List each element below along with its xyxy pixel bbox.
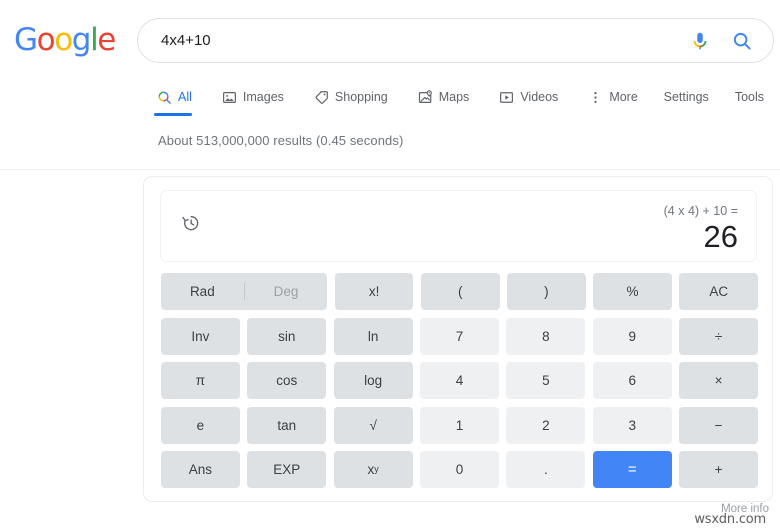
- tab-label: Maps: [438, 90, 470, 104]
- watermark: wsxdn.com: [694, 512, 766, 527]
- page-header: Google: [0, 0, 780, 80]
- tab-maps[interactable]: Maps: [418, 84, 482, 110]
- key-power-base: x: [367, 462, 375, 477]
- keypad-row: e tan √ 1 2 3 −: [161, 406, 759, 444]
- tab-label: Shopping: [334, 90, 388, 104]
- video-play-icon: [499, 90, 514, 105]
- keypad-row: Rad Deg x! ( ) % AC: [161, 273, 759, 310]
- key-divide[interactable]: ÷: [679, 317, 759, 355]
- rad-deg-toggle[interactable]: Rad Deg: [161, 273, 328, 310]
- key-1[interactable]: 1: [420, 406, 499, 444]
- tools-link[interactable]: Tools: [735, 90, 764, 104]
- keypad-row: π cos log 4 5 6 ×: [161, 362, 759, 399]
- key-tan[interactable]: tan: [247, 406, 327, 444]
- calculator-answer: 26: [703, 219, 738, 254]
- key-sqrt[interactable]: √: [333, 406, 413, 444]
- google-logo[interactable]: Google: [14, 22, 116, 58]
- nav-tab-list: All Images Shopping Maps Videos More: [154, 84, 668, 116]
- calculator-expression: (4 x 4) + 10 =: [663, 204, 738, 218]
- key-7[interactable]: 7: [420, 317, 499, 355]
- key-decimal-point[interactable]: .: [506, 451, 586, 488]
- key-pi[interactable]: π: [161, 362, 240, 399]
- microphone-icon[interactable]: [689, 30, 711, 52]
- key-3[interactable]: 3: [592, 406, 672, 444]
- key-2[interactable]: 2: [506, 406, 586, 444]
- key-e[interactable]: e: [161, 406, 240, 444]
- key-exponent-exp[interactable]: EXP: [247, 451, 327, 488]
- key-log[interactable]: log: [333, 362, 413, 399]
- search-input[interactable]: [161, 19, 701, 62]
- keypad-row: Ans EXP xy 0 . = +: [161, 451, 759, 488]
- logo-letter-0: G: [14, 22, 38, 58]
- key-power-exponent: y: [374, 464, 379, 474]
- calculator-display: (4 x 4) + 10 = 26: [160, 190, 757, 262]
- key-4[interactable]: 4: [420, 362, 499, 399]
- result-stats: About 513,000,000 results (0.45 seconds): [158, 133, 404, 148]
- image-icon: [222, 90, 237, 105]
- tab-label: All: [178, 90, 192, 104]
- key-equals[interactable]: =: [592, 451, 672, 488]
- tab-all[interactable]: All: [154, 84, 204, 116]
- key-ln[interactable]: ln: [333, 317, 413, 355]
- nav-right-actions: Settings Tools: [664, 84, 764, 110]
- logo-letter-2: o: [54, 22, 73, 58]
- search-submit-icon[interactable]: [731, 30, 753, 52]
- key-factorial[interactable]: x!: [334, 273, 414, 310]
- key-paren-open[interactable]: (: [420, 273, 500, 310]
- key-add[interactable]: +: [679, 451, 759, 488]
- search-nav-bar: All Images Shopping Maps Videos More Set…: [0, 84, 780, 124]
- settings-link[interactable]: Settings: [664, 90, 709, 104]
- key-8[interactable]: 8: [506, 317, 586, 355]
- search-box[interactable]: [137, 18, 774, 63]
- header-divider: [0, 169, 780, 170]
- key-paren-close[interactable]: ): [507, 273, 586, 310]
- tab-videos[interactable]: Videos: [499, 84, 570, 110]
- tab-label: More: [609, 90, 638, 104]
- key-9[interactable]: 9: [592, 317, 672, 355]
- deg-button[interactable]: Deg: [245, 284, 328, 299]
- logo-letter-3: g: [71, 22, 92, 58]
- tab-label: Images: [242, 90, 284, 104]
- key-multiply[interactable]: ×: [679, 362, 759, 399]
- logo-letter-1: o: [36, 22, 56, 58]
- tab-shopping[interactable]: Shopping: [314, 84, 400, 110]
- rad-button[interactable]: Rad: [161, 284, 244, 299]
- tab-more[interactable]: More: [588, 84, 649, 110]
- key-inverse[interactable]: Inv: [161, 317, 240, 355]
- map-pin-icon: [418, 89, 433, 105]
- key-cos[interactable]: cos: [247, 362, 327, 399]
- logo-letter-4: l: [90, 22, 99, 58]
- key-6[interactable]: 6: [592, 362, 672, 399]
- keypad-row: Inv sin ln 7 8 9 ÷: [161, 317, 759, 355]
- key-sin[interactable]: sin: [247, 317, 327, 355]
- tag-icon: [314, 90, 329, 105]
- key-answer[interactable]: Ans: [161, 451, 240, 488]
- search-icon: [157, 90, 172, 105]
- calculator-card: (4 x 4) + 10 = 26 Rad Deg x! ( ) % AC In…: [143, 176, 773, 502]
- history-clock-icon[interactable]: [181, 213, 201, 233]
- tab-label: Videos: [520, 90, 559, 104]
- calculator-keypad: Rad Deg x! ( ) % AC Inv sin ln 7 8 9 ÷ π…: [161, 273, 759, 488]
- key-all-clear[interactable]: AC: [679, 273, 759, 310]
- key-5[interactable]: 5: [506, 362, 586, 399]
- key-percent[interactable]: %: [593, 273, 672, 310]
- tab-images[interactable]: Images: [222, 84, 296, 110]
- key-subtract[interactable]: −: [679, 406, 759, 444]
- key-0[interactable]: 0: [420, 451, 499, 488]
- logo-letter-5: e: [97, 22, 116, 58]
- key-power[interactable]: xy: [333, 451, 413, 488]
- more-vertical-icon: [588, 90, 603, 105]
